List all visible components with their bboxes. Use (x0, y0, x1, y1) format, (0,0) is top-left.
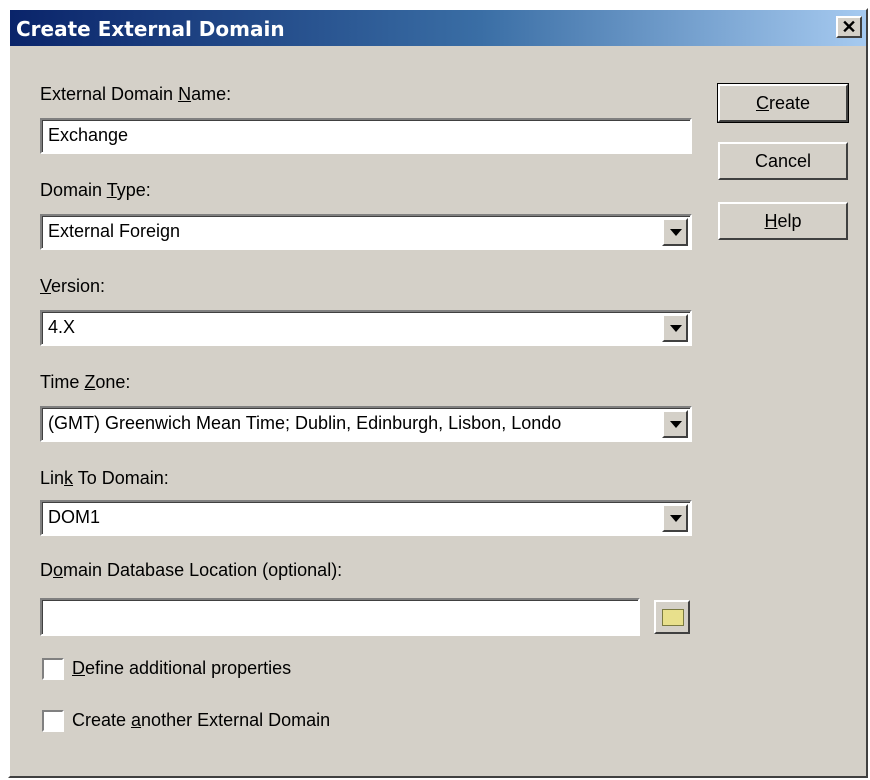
define-properties-checkbox[interactable] (42, 658, 64, 680)
close-icon: ✕ (841, 17, 857, 37)
version-label: Version: (40, 276, 106, 296)
link-to-domain-value: DOM1 (48, 507, 101, 527)
create-button[interactable]: Create (717, 83, 849, 123)
create-external-domain-dialog: Create External Domain ✕ External Domain… (8, 8, 868, 778)
cancel-button[interactable]: Cancel (718, 142, 848, 180)
create-another-label: Create another External Domain (72, 710, 331, 730)
title-bar: Create External Domain ✕ (10, 10, 866, 46)
link-to-domain-select[interactable]: DOM1 (40, 500, 692, 536)
folder-icon (662, 609, 684, 626)
time-zone-value: (GMT) Greenwich Mean Time; Dublin, Edinb… (48, 413, 562, 433)
chevron-down-icon (670, 421, 682, 428)
version-select[interactable]: 4.X (40, 310, 692, 346)
create-another-checkbox[interactable] (42, 710, 64, 732)
browse-button[interactable] (654, 600, 690, 634)
time-zone-dropdown-button[interactable] (662, 410, 688, 438)
domain-type-label: Domain Type: (40, 180, 151, 200)
version-dropdown-button[interactable] (662, 314, 688, 342)
chevron-down-icon (670, 325, 682, 332)
domain-name-label: External Domain Name: (40, 84, 232, 104)
domain-type-dropdown-button[interactable] (662, 218, 688, 246)
link-to-domain-dropdown-button[interactable] (662, 504, 688, 532)
help-button[interactable]: Help (718, 202, 848, 240)
db-location-input[interactable] (40, 598, 640, 636)
domain-name-value: Exchange (48, 125, 129, 145)
domain-type-select[interactable]: External Foreign (40, 214, 692, 250)
link-to-domain-label: Link To Domain: (40, 468, 169, 488)
db-location-label: Domain Database Location (optional): (40, 560, 343, 580)
chevron-down-icon (670, 515, 682, 522)
time-zone-select[interactable]: (GMT) Greenwich Mean Time; Dublin, Edinb… (40, 406, 692, 442)
time-zone-label: Time Zone: (40, 372, 131, 392)
close-button[interactable]: ✕ (836, 16, 862, 38)
domain-name-input[interactable]: Exchange (40, 118, 692, 154)
window-title: Create External Domain (16, 17, 285, 41)
define-properties-label: Define additional properties (72, 658, 292, 678)
version-value: 4.X (48, 317, 76, 337)
domain-type-value: External Foreign (48, 221, 181, 241)
chevron-down-icon (670, 229, 682, 236)
